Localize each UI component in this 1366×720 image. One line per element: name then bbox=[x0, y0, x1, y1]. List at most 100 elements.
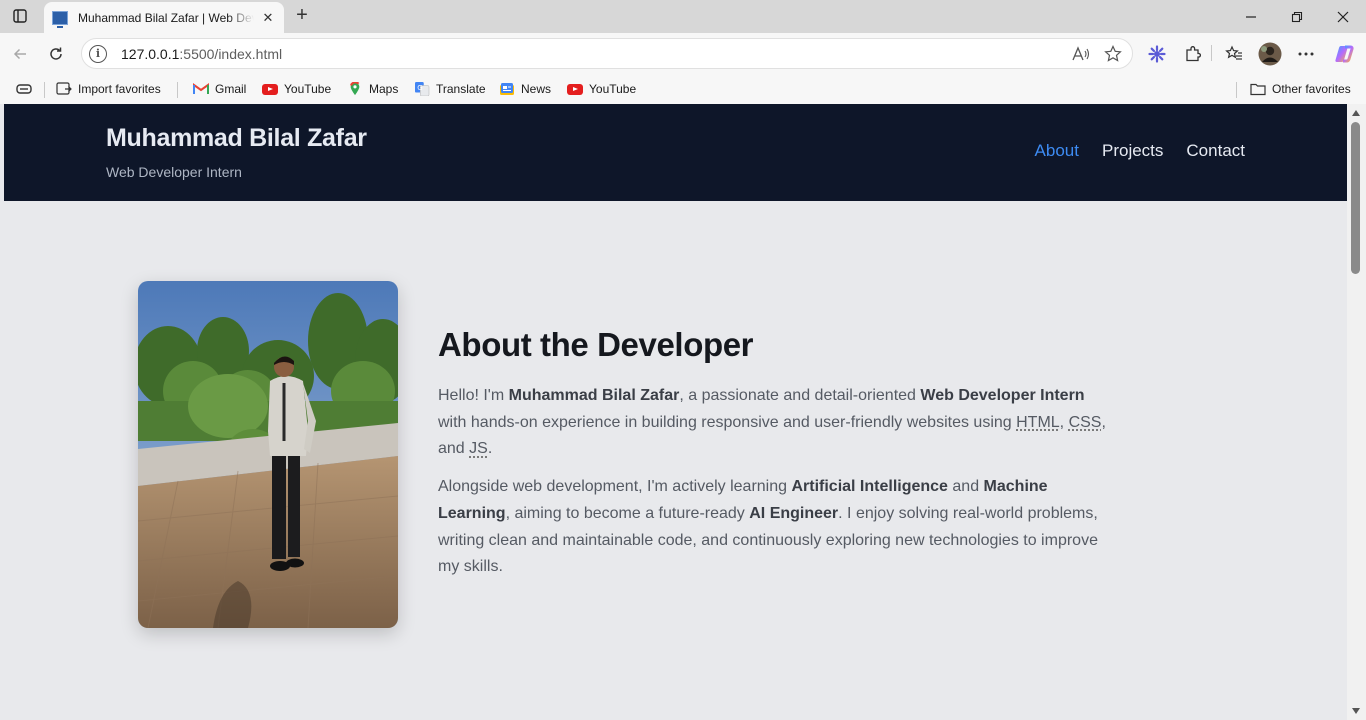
favorite-youtube[interactable]: YouTube bbox=[567, 80, 636, 98]
restore-icon bbox=[1291, 11, 1303, 22]
favorite-news[interactable]: News bbox=[499, 80, 551, 98]
url-host: 127.0.0.1 bbox=[121, 45, 180, 62]
text-run: . bbox=[487, 440, 493, 458]
new-tab-button[interactable]: + bbox=[290, 4, 314, 28]
close-window-button[interactable] bbox=[1320, 0, 1366, 33]
extension-flower-icon bbox=[1148, 45, 1166, 63]
toolbar-divider bbox=[1211, 45, 1212, 61]
site-title: Muhammad Bilal Zafar bbox=[106, 124, 367, 152]
favorites-list-icon bbox=[1225, 45, 1242, 60]
youtube-icon bbox=[262, 82, 278, 96]
favorite-gmail[interactable]: Gmail bbox=[193, 80, 246, 98]
avatar bbox=[1258, 42, 1282, 66]
ai-strong: Artificial Intelligence bbox=[791, 478, 948, 496]
abbr-js: JS bbox=[469, 440, 488, 458]
puzzle-icon bbox=[1186, 46, 1201, 62]
tab-actions-icon bbox=[13, 9, 27, 23]
svg-text:G: G bbox=[417, 84, 422, 92]
tab-close-icon[interactable]: ✕ bbox=[260, 10, 276, 26]
text-run: , bbox=[1059, 413, 1069, 431]
tab-strip: Muhammad Bilal Zafar | Web Developer Int… bbox=[0, 0, 1366, 33]
restore-button[interactable] bbox=[1274, 0, 1320, 33]
favorite-label: Gmail bbox=[215, 82, 247, 96]
back-arrow-icon bbox=[13, 48, 26, 60]
address-bar[interactable]: i 127.0.0.1:5500/index.html bbox=[81, 38, 1133, 69]
text-run: with hands-on experience in building res… bbox=[438, 413, 1017, 431]
text-run: and bbox=[947, 478, 984, 496]
nav-link-contact[interactable]: Contact bbox=[1186, 141, 1245, 161]
favorite-translate[interactable]: G Translate bbox=[414, 80, 486, 98]
site-info-icon[interactable]: i bbox=[89, 44, 107, 63]
more-dots-icon bbox=[1298, 52, 1314, 56]
nav-link-about[interactable]: About bbox=[1035, 141, 1079, 161]
news-icon bbox=[500, 83, 514, 95]
other-favorites-label: Other favorites bbox=[1272, 82, 1351, 96]
page-viewport: Muhammad Bilal Zafar Web Developer Inter… bbox=[4, 104, 1347, 720]
about-paragraph-2: Alongside web development, I'm actively … bbox=[438, 474, 1108, 581]
scroll-up-arrow-icon[interactable] bbox=[1352, 110, 1360, 116]
favorite-label: YouTube bbox=[284, 82, 332, 96]
favorite-label: Translate bbox=[436, 82, 486, 96]
browser-tab[interactable]: Muhammad Bilal Zafar | Web Developer Int… bbox=[44, 2, 284, 33]
favorite-label: News bbox=[521, 82, 552, 96]
import-favorites-button[interactable]: Import favorites bbox=[56, 80, 161, 98]
favbar-divider bbox=[1236, 82, 1237, 98]
translate-icon: G bbox=[415, 82, 430, 96]
reading-view-button[interactable] bbox=[15, 80, 33, 98]
text-run: Alongside web development, I'm actively … bbox=[438, 478, 792, 496]
favorite-label: Maps bbox=[369, 82, 399, 96]
nav-link-projects[interactable]: Projects bbox=[1102, 141, 1163, 161]
ai-engineer-strong: AI Engineer bbox=[749, 504, 839, 522]
favorites-button[interactable] bbox=[1220, 40, 1248, 68]
text-run: Hello! I'm bbox=[438, 387, 509, 404]
developer-photo bbox=[138, 281, 398, 628]
text-run: , a passionate and detail-oriented bbox=[679, 387, 921, 404]
favorite-label: YouTube bbox=[589, 82, 637, 96]
close-icon bbox=[1337, 11, 1349, 22]
youtube-icon bbox=[567, 82, 583, 96]
browser-toolbar: i 127.0.0.1:5500/index.html bbox=[0, 33, 1366, 74]
import-favorites-label: Import favorites bbox=[78, 82, 161, 96]
favorites-bar: Import favorites Gmail YouTube Maps G Tr… bbox=[0, 74, 1366, 104]
back-button[interactable] bbox=[7, 41, 33, 67]
folder-icon bbox=[1250, 83, 1266, 96]
extensions-button[interactable] bbox=[1179, 40, 1207, 68]
url-text[interactable]: 127.0.0.1:5500/index.html bbox=[121, 46, 1068, 62]
page-scrollbar[interactable] bbox=[1347, 104, 1366, 720]
site-favicon-icon bbox=[52, 10, 68, 28]
refresh-icon bbox=[50, 47, 62, 60]
profile-button[interactable] bbox=[1256, 40, 1284, 68]
minimize-icon bbox=[1246, 15, 1256, 18]
copilot-button[interactable] bbox=[1330, 40, 1358, 68]
favorite-maps[interactable]: Maps bbox=[347, 80, 398, 98]
favbar-divider bbox=[44, 82, 45, 98]
scrollbar-thumb[interactable] bbox=[1351, 122, 1360, 274]
maps-icon bbox=[350, 82, 360, 96]
site-header: Muhammad Bilal Zafar Web Developer Inter… bbox=[4, 104, 1347, 201]
site-subtitle: Web Developer Intern bbox=[106, 164, 242, 180]
refresh-button[interactable] bbox=[43, 41, 69, 67]
minimize-button[interactable] bbox=[1228, 0, 1274, 33]
extension-button[interactable] bbox=[1143, 40, 1171, 68]
scroll-down-arrow-icon[interactable] bbox=[1352, 708, 1360, 714]
about-heading: About the Developer bbox=[438, 326, 754, 363]
site-nav: About Projects Contact bbox=[1035, 141, 1245, 161]
copilot-icon bbox=[1335, 45, 1354, 63]
text-run: , aiming to become a future-ready bbox=[505, 504, 750, 522]
developer-name-strong: Muhammad Bilal Zafar bbox=[508, 387, 680, 404]
tab-title: Muhammad Bilal Zafar | Web Developer Int… bbox=[78, 10, 254, 25]
settings-more-button[interactable] bbox=[1292, 40, 1320, 68]
about-section: About the Developer Hello! I'm Muhammad … bbox=[438, 326, 1108, 592]
role-strong: Web Developer Intern bbox=[920, 387, 1085, 404]
other-favorites-button[interactable]: Other favorites bbox=[1250, 80, 1351, 98]
tab-actions-button[interactable] bbox=[6, 4, 34, 28]
gmail-icon bbox=[193, 83, 209, 94]
favbar-divider bbox=[177, 82, 178, 98]
favorite-youtube[interactable]: YouTube bbox=[262, 80, 331, 98]
abbr-html: HTML bbox=[1016, 413, 1060, 431]
collections-icon bbox=[16, 84, 32, 94]
abbr-css: CSS bbox=[1068, 413, 1102, 431]
read-aloud-icon[interactable] bbox=[1068, 41, 1094, 67]
import-icon bbox=[56, 82, 72, 95]
favorite-star-icon[interactable] bbox=[1100, 41, 1126, 67]
